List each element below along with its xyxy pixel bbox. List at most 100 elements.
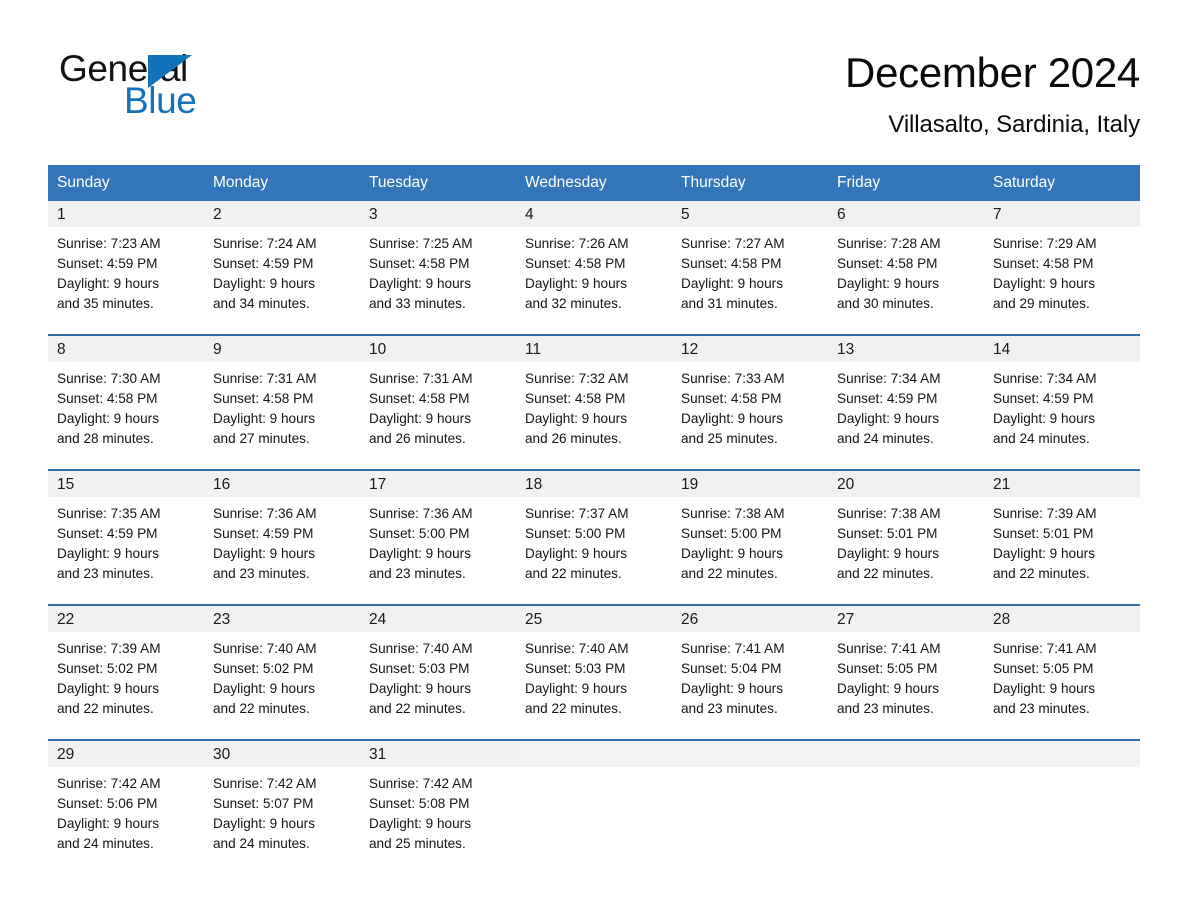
- day-cell[interactable]: 7 Sunrise: 7:29 AM Sunset: 4:58 PM Daylight…: [984, 201, 1140, 323]
- sunrise-text: Sunrise: 7:26 AM: [525, 236, 629, 251]
- day-details: Sunrise: 7:41 AM Sunset: 5:05 PM Daylight:…: [984, 632, 1140, 719]
- daylight-text-line2: and 22 minutes.: [213, 701, 310, 716]
- day-details: Sunrise: 7:40 AM Sunset: 5:03 PM Daylight:…: [516, 632, 672, 719]
- daylight-text-line1: Daylight: 9 hours: [681, 546, 784, 561]
- day-number-strip: 13: [828, 336, 984, 362]
- day-cell[interactable]: 9 Sunrise: 7:31 AM Sunset: 4:58 PM Daylight…: [204, 336, 360, 458]
- day-cell[interactable]: 20 Sunrise: 7:38 AM Sunset: 5:01 PM Dayligh…: [828, 471, 984, 593]
- day-number-strip: 24: [360, 606, 516, 632]
- day-number: 12: [681, 341, 699, 358]
- daylight-text-line2: and 35 minutes.: [57, 296, 154, 311]
- day-cell[interactable]: 25 Sunrise: 7:40 AM Sunset: 5:03 PM Dayligh…: [516, 606, 672, 728]
- day-cell[interactable]: 3 Sunrise: 7:25 AM Sunset: 4:58 PM Daylight…: [360, 201, 516, 323]
- title-block: December 2024 Villasalto, Sardinia, Ital…: [845, 46, 1140, 141]
- sunset-text: Sunset: 4:58 PM: [681, 256, 782, 271]
- day-number-strip: 1: [48, 201, 204, 227]
- day-details: Sunrise: 7:38 AM Sunset: 5:01 PM Daylight:…: [828, 497, 984, 584]
- location-subtitle: Villasalto, Sardinia, Italy: [888, 111, 1140, 138]
- daylight-text-line1: Daylight: 9 hours: [369, 411, 472, 426]
- daylight-text-line2: and 23 minutes.: [213, 566, 310, 581]
- sunset-text: Sunset: 5:02 PM: [57, 661, 158, 676]
- day-details: Sunrise: 7:34 AM Sunset: 4:59 PM Daylight:…: [828, 362, 984, 449]
- day-cell[interactable]: 21 Sunrise: 7:39 AM Sunset: 5:01 PM Dayligh…: [984, 471, 1140, 593]
- sunset-text: Sunset: 5:01 PM: [993, 526, 1094, 541]
- daylight-text-line1: Daylight: 9 hours: [837, 546, 940, 561]
- day-cell[interactable]: 11 Sunrise: 7:32 AM Sunset: 4:58 PM Dayligh…: [516, 336, 672, 458]
- daylight-text-line2: and 22 minutes.: [525, 566, 622, 581]
- daylight-text-line2: and 24 minutes.: [993, 431, 1090, 446]
- day-cell[interactable]: 28 Sunrise: 7:41 AM Sunset: 5:05 PM Dayligh…: [984, 606, 1140, 728]
- weekday-header-friday: Friday: [837, 174, 881, 191]
- day-number: 31: [369, 746, 387, 763]
- day-cell[interactable]: 24 Sunrise: 7:40 AM Sunset: 5:03 PM Dayligh…: [360, 606, 516, 728]
- day-cell[interactable]: 27 Sunrise: 7:41 AM Sunset: 5:05 PM Dayligh…: [828, 606, 984, 728]
- day-number-strip: [672, 741, 828, 767]
- day-number: 25: [525, 611, 543, 628]
- day-number: 9: [213, 341, 222, 358]
- sunset-text: Sunset: 5:03 PM: [525, 661, 626, 676]
- sunset-text: Sunset: 4:59 PM: [213, 526, 314, 541]
- day-details: Sunrise: 7:24 AM Sunset: 4:59 PM Daylight:…: [204, 227, 360, 314]
- day-cell[interactable]: 12 Sunrise: 7:33 AM Sunset: 4:58 PM Dayligh…: [672, 336, 828, 458]
- daylight-text-line2: and 29 minutes.: [993, 296, 1090, 311]
- daylight-text-line1: Daylight: 9 hours: [57, 546, 160, 561]
- day-details: Sunrise: 7:29 AM Sunset: 4:58 PM Daylight:…: [984, 227, 1140, 314]
- daylight-text-line1: Daylight: 9 hours: [993, 681, 1096, 696]
- day-details: Sunrise: 7:40 AM Sunset: 5:02 PM Daylight:…: [204, 632, 360, 719]
- day-cell[interactable]: 17 Sunrise: 7:36 AM Sunset: 5:00 PM Dayligh…: [360, 471, 516, 593]
- sunset-text: Sunset: 4:59 PM: [57, 526, 158, 541]
- day-details: Sunrise: 7:23 AM Sunset: 4:59 PM Daylight:…: [48, 227, 204, 314]
- day-cell[interactable]: 8 Sunrise: 7:30 AM Sunset: 4:58 PM Daylight…: [48, 336, 204, 458]
- sunrise-text: Sunrise: 7:40 AM: [213, 641, 317, 656]
- day-number-strip: 12: [672, 336, 828, 362]
- day-number-strip: 31: [360, 741, 516, 767]
- day-cell[interactable]: 14 Sunrise: 7:34 AM Sunset: 4:59 PM Dayligh…: [984, 336, 1140, 458]
- daylight-text-line2: and 27 minutes.: [213, 431, 310, 446]
- day-details: Sunrise: 7:32 AM Sunset: 4:58 PM Daylight:…: [516, 362, 672, 449]
- day-number-strip: 17: [360, 471, 516, 497]
- day-cell-empty: [516, 741, 672, 863]
- day-cell[interactable]: 10 Sunrise: 7:31 AM Sunset: 4:58 PM Dayligh…: [360, 336, 516, 458]
- sunset-text: Sunset: 4:58 PM: [369, 256, 470, 271]
- sunset-text: Sunset: 4:58 PM: [213, 391, 314, 406]
- daylight-text-line2: and 23 minutes.: [57, 566, 154, 581]
- day-details: Sunrise: 7:41 AM Sunset: 5:04 PM Daylight:…: [672, 632, 828, 719]
- day-number: 6: [837, 206, 846, 223]
- day-cell[interactable]: 31 Sunrise: 7:42 AM Sunset: 5:08 PM Dayligh…: [360, 741, 516, 863]
- day-details: Sunrise: 7:35 AM Sunset: 4:59 PM Daylight:…: [48, 497, 204, 584]
- day-details: Sunrise: 7:28 AM Sunset: 4:58 PM Daylight:…: [828, 227, 984, 314]
- day-number-strip: 11: [516, 336, 672, 362]
- day-cell[interactable]: 13 Sunrise: 7:34 AM Sunset: 4:59 PM Dayligh…: [828, 336, 984, 458]
- day-cell[interactable]: 1 Sunrise: 7:23 AM Sunset: 4:59 PM Daylight…: [48, 201, 204, 323]
- day-details: Sunrise: 7:39 AM Sunset: 5:01 PM Daylight:…: [984, 497, 1140, 584]
- day-cell[interactable]: 22 Sunrise: 7:39 AM Sunset: 5:02 PM Dayligh…: [48, 606, 204, 728]
- day-cell[interactable]: 26 Sunrise: 7:41 AM Sunset: 5:04 PM Dayligh…: [672, 606, 828, 728]
- sunset-text: Sunset: 5:03 PM: [369, 661, 470, 676]
- day-cell[interactable]: 2 Sunrise: 7:24 AM Sunset: 4:59 PM Daylight…: [204, 201, 360, 323]
- day-cell[interactable]: 23 Sunrise: 7:40 AM Sunset: 5:02 PM Dayligh…: [204, 606, 360, 728]
- day-cell[interactable]: 15 Sunrise: 7:35 AM Sunset: 4:59 PM Dayligh…: [48, 471, 204, 593]
- day-cell[interactable]: 6 Sunrise: 7:28 AM Sunset: 4:58 PM Daylight…: [828, 201, 984, 323]
- day-details: Sunrise: 7:42 AM Sunset: 5:08 PM Daylight:…: [360, 767, 516, 854]
- day-number: 19: [681, 476, 699, 493]
- day-details: Sunrise: 7:40 AM Sunset: 5:03 PM Daylight:…: [360, 632, 516, 719]
- day-number-strip: 26: [672, 606, 828, 632]
- sunset-text: Sunset: 5:06 PM: [57, 796, 158, 811]
- day-cell[interactable]: 19 Sunrise: 7:38 AM Sunset: 5:00 PM Dayligh…: [672, 471, 828, 593]
- day-number-strip: [516, 741, 672, 767]
- day-cell[interactable]: 16 Sunrise: 7:36 AM Sunset: 4:59 PM Dayligh…: [204, 471, 360, 593]
- day-number-strip: 18: [516, 471, 672, 497]
- day-number: 14: [993, 341, 1011, 358]
- sunrise-text: Sunrise: 7:39 AM: [993, 506, 1097, 521]
- sunrise-text: Sunrise: 7:31 AM: [213, 371, 317, 386]
- day-cell[interactable]: 30 Sunrise: 7:42 AM Sunset: 5:07 PM Dayligh…: [204, 741, 360, 863]
- calendar-week-row: 8 Sunrise: 7:30 AM Sunset: 4:58 PM Daylight…: [48, 334, 1140, 458]
- day-cell[interactable]: 4 Sunrise: 7:26 AM Sunset: 4:58 PM Daylight…: [516, 201, 672, 323]
- calendar-week-row: 22 Sunrise: 7:39 AM Sunset: 5:02 PM Dayligh…: [48, 604, 1140, 728]
- day-cell[interactable]: 5 Sunrise: 7:27 AM Sunset: 4:58 PM Daylight…: [672, 201, 828, 323]
- sunrise-text: Sunrise: 7:34 AM: [837, 371, 941, 386]
- day-cell[interactable]: 18 Sunrise: 7:37 AM Sunset: 5:00 PM Dayligh…: [516, 471, 672, 593]
- day-cell[interactable]: 29 Sunrise: 7:42 AM Sunset: 5:06 PM Dayligh…: [48, 741, 204, 863]
- day-number-strip: 8: [48, 336, 204, 362]
- sunset-text: Sunset: 5:01 PM: [837, 526, 938, 541]
